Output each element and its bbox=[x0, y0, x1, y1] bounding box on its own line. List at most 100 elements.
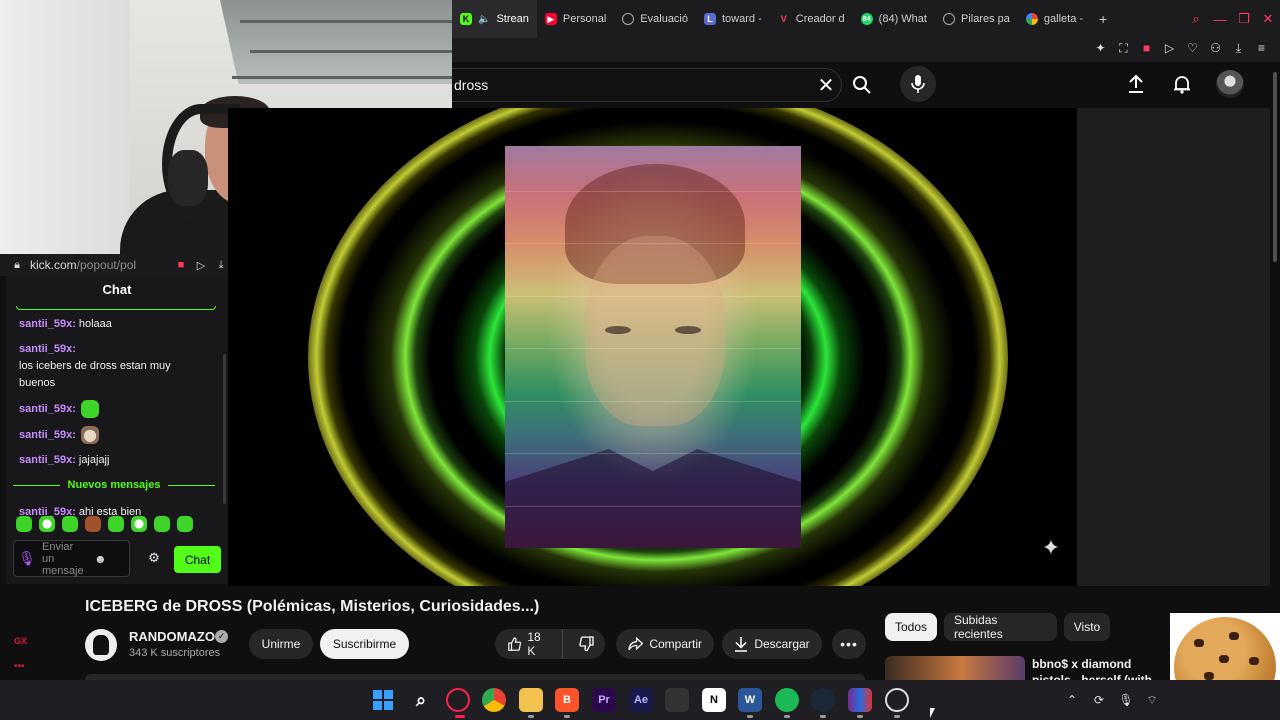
tab-pilares[interactable]: Pilares pa bbox=[935, 0, 1018, 38]
account-avatar[interactable] bbox=[1216, 70, 1244, 98]
chat-username[interactable]: santii_59x: bbox=[19, 401, 76, 418]
channel-name[interactable]: RANDOMAZO bbox=[129, 629, 215, 644]
play-icon[interactable]: ▷ bbox=[194, 258, 208, 272]
search-input[interactable]: dross ✕ bbox=[452, 68, 842, 102]
opera-gx-icon[interactable] bbox=[446, 688, 470, 712]
chip-all[interactable]: Todos bbox=[885, 613, 937, 641]
emote-button[interactable] bbox=[177, 516, 193, 532]
new-tab-button[interactable]: + bbox=[1091, 0, 1115, 38]
emote-button[interactable] bbox=[62, 516, 78, 532]
emote-button[interactable] bbox=[108, 516, 124, 532]
like-count: 18 K bbox=[527, 630, 541, 658]
chat-settings-gear-icon[interactable]: ⚙ bbox=[146, 550, 162, 566]
restore-icon[interactable]: ❐ bbox=[1232, 0, 1256, 38]
microphone-icon[interactable]: 🎙︎ bbox=[1117, 690, 1135, 710]
download-button[interactable]: Descargar bbox=[722, 629, 822, 659]
speaker-icon: 🔈 bbox=[478, 13, 491, 25]
spotify-icon[interactable] bbox=[775, 688, 799, 712]
chat-message-input[interactable]: 🎙︎ Enviar un mensaje ☻ bbox=[13, 540, 130, 577]
chat-username[interactable]: santii_59x: bbox=[19, 452, 76, 469]
emote-button[interactable] bbox=[85, 516, 101, 532]
tab-label: Evaluació bbox=[640, 13, 688, 25]
recommended-video-title[interactable]: bbno$ x diamond pistols - herself (with … bbox=[1032, 656, 1172, 680]
tab-stream[interactable]: K 🔈 Strean bbox=[452, 0, 537, 38]
microphone-icon[interactable]: 🎙︎ bbox=[18, 550, 36, 568]
tab-personal[interactable]: ▶ Personal bbox=[537, 0, 614, 38]
tab-creador[interactable]: V Creador d bbox=[770, 0, 853, 38]
tab-whatsapp[interactable]: 84 (84) What bbox=[853, 0, 935, 38]
heart-icon[interactable]: ♡ bbox=[1186, 40, 1199, 56]
obs-icon[interactable] bbox=[885, 688, 909, 712]
upload-icon[interactable] bbox=[1124, 70, 1148, 98]
popout-url[interactable]: kick.com/popout/pol bbox=[30, 258, 168, 272]
video-title: ICEBERG de DROSS (Polémicas, Misterios, … bbox=[85, 598, 540, 615]
more-actions-button[interactable]: ••• bbox=[832, 629, 866, 659]
download-label: Descargar bbox=[754, 637, 810, 651]
windows-start-icon[interactable] bbox=[371, 688, 395, 712]
openai-icon bbox=[942, 13, 955, 25]
search-button[interactable] bbox=[842, 68, 882, 102]
wifi-icon[interactable]: ⌔ bbox=[1143, 690, 1161, 710]
like-button[interactable]: 18 K bbox=[495, 629, 563, 659]
sync-icon[interactable]: ⟳ bbox=[1090, 690, 1108, 710]
page-scrollbar[interactable] bbox=[1270, 62, 1280, 586]
microphone-icon bbox=[911, 75, 925, 93]
dislike-button[interactable] bbox=[569, 636, 605, 652]
subscribe-button[interactable]: Suscribirme bbox=[320, 629, 409, 659]
video-player[interactable]: ✦ bbox=[228, 108, 1077, 586]
voice-search-button[interactable] bbox=[900, 66, 936, 102]
search-tabs-icon[interactable]: ⌕ bbox=[1184, 0, 1208, 38]
shield-icon[interactable]: ■ bbox=[174, 258, 188, 272]
chat-username[interactable]: santii_59x: bbox=[19, 427, 76, 444]
tab-label: toward - bbox=[722, 13, 762, 25]
emote-button[interactable] bbox=[131, 516, 147, 532]
chat-username[interactable]: santii_59x: bbox=[19, 341, 76, 358]
menu-icon[interactable]: ≡ bbox=[1255, 40, 1268, 56]
file-explorer-icon[interactable] bbox=[519, 688, 543, 712]
recommended-video-thumbnail[interactable] bbox=[885, 656, 1025, 680]
emoji-picker-icon[interactable]: ☻ bbox=[94, 552, 107, 566]
emote-button[interactable] bbox=[154, 516, 170, 532]
notifications-bell-icon[interactable] bbox=[1170, 70, 1194, 98]
after-effects-icon[interactable]: Ae bbox=[629, 688, 653, 712]
tab-toward[interactable]: L toward - bbox=[696, 0, 770, 38]
channel-info: RANDOMAZO ✓ 343 K suscriptores bbox=[85, 627, 255, 663]
share-button[interactable]: Compartir bbox=[616, 629, 714, 659]
show-hidden-icons-icon[interactable]: ⌃ bbox=[1063, 690, 1081, 710]
join-button[interactable]: Unirme bbox=[249, 629, 313, 659]
tab-galleta[interactable]: galleta - bbox=[1018, 0, 1091, 38]
clear-search-icon[interactable]: ✕ bbox=[811, 73, 841, 98]
play-icon[interactable]: ▷ bbox=[1163, 40, 1176, 56]
notion-icon[interactable]: N bbox=[702, 688, 726, 712]
tab-label: Pilares pa bbox=[960, 13, 1010, 25]
chrome-icon[interactable] bbox=[482, 688, 506, 712]
tab-evaluacion[interactable]: Evaluació bbox=[614, 0, 696, 38]
close-icon[interactable]: ✕ bbox=[1256, 0, 1280, 38]
winrar-icon[interactable] bbox=[848, 688, 872, 712]
screenshot-icon[interactable]: ⛶ bbox=[1117, 40, 1130, 56]
download-icon[interactable]: ⤓ bbox=[1232, 40, 1245, 56]
gx-control-icon[interactable]: GX bbox=[14, 636, 27, 646]
download-icon[interactable]: ⤓ bbox=[214, 258, 228, 272]
emote-button[interactable] bbox=[16, 516, 32, 532]
search-icon[interactable]: ⌕ bbox=[409, 688, 433, 712]
minimize-icon[interactable]: — bbox=[1208, 0, 1232, 38]
steam-icon[interactable] bbox=[811, 688, 835, 712]
chip-watched[interactable]: Visto bbox=[1064, 613, 1110, 641]
browser-toolbar: ✦ ⛶ ■ ▷ ♡ ⚇ ⤓ ≡ bbox=[452, 38, 1280, 62]
davinci-icon[interactable] bbox=[665, 688, 689, 712]
chat-username[interactable]: santii_59x: bbox=[19, 316, 76, 333]
send-chat-button[interactable]: Chat bbox=[174, 546, 221, 573]
emote-button[interactable] bbox=[39, 516, 55, 532]
shield-icon[interactable]: ■ bbox=[1140, 40, 1153, 56]
channel-watermark-icon[interactable]: ✦ bbox=[1033, 530, 1069, 566]
chat-scrollbar[interactable] bbox=[223, 354, 226, 504]
chip-recent-uploads[interactable]: Subidas recientes bbox=[944, 613, 1057, 641]
brave-icon[interactable]: B bbox=[555, 688, 579, 712]
word-icon[interactable]: W bbox=[738, 688, 762, 712]
more-options-icon[interactable]: ••• bbox=[14, 661, 25, 672]
pin-icon[interactable]: ✦ bbox=[1094, 40, 1107, 56]
channel-avatar[interactable] bbox=[85, 629, 117, 661]
profile-icon[interactable]: ⚇ bbox=[1209, 40, 1222, 56]
premiere-pro-icon[interactable]: Pr bbox=[592, 688, 616, 712]
